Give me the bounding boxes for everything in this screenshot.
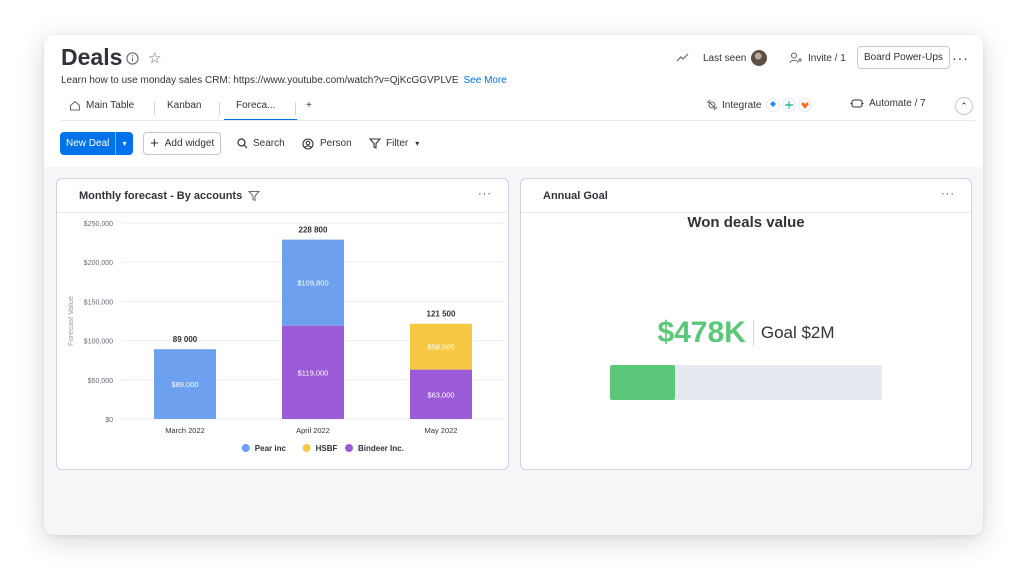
person-icon	[302, 137, 314, 150]
bar-total-label: 89 000	[173, 335, 198, 344]
widget-header: Annual Goal ···	[521, 179, 971, 213]
tab-kanban[interactable]: Kanban	[167, 100, 201, 111]
forecast-widget: Monthly forecast - By accounts ··· $0 $50…	[56, 178, 509, 470]
y-tick-label: $250,000	[84, 221, 113, 228]
add-person-icon	[789, 52, 802, 64]
add-widget-label: Add widget	[164, 138, 215, 149]
tab-label: Kanban	[167, 100, 202, 111]
more-options-icon[interactable]: ···	[952, 48, 969, 68]
description-text: Learn how to use monday sales CRM: https…	[61, 75, 459, 86]
bar-total-label: 121 500	[427, 310, 456, 319]
last-seen-button[interactable]: Last seen	[703, 48, 768, 68]
bar-value-label: $119,000	[298, 368, 329, 377]
board-window: Deals ☆ Learn how to use monday sales CR…	[44, 35, 983, 535]
bar-value-label: $58,500	[427, 343, 454, 352]
integrate-button[interactable]: Integrate	[706, 98, 813, 112]
goal-progress-fill	[610, 365, 675, 400]
y-tick-label: $200,000	[84, 260, 113, 267]
integrate-label: Integrate	[722, 99, 762, 111]
x-tick-label: March 2022	[165, 426, 205, 435]
widget-title: Annual Goal	[543, 190, 608, 202]
board-power-ups-button[interactable]: Board Power-Ups	[857, 46, 950, 69]
legend-label: Pear inc	[255, 444, 287, 453]
tab-divider	[295, 102, 296, 115]
board-description: Learn how to use monday sales CRM: https…	[61, 75, 507, 86]
y-tick-label: $0	[105, 417, 113, 424]
slack-icon	[782, 98, 797, 112]
chevron-down-icon[interactable]: ▾	[115, 132, 133, 155]
widget-more-icon[interactable]: ···	[941, 188, 955, 200]
y-axis-label: Forecast Value	[66, 296, 75, 346]
last-seen-label: Last seen	[703, 52, 747, 64]
chevron-down-icon: ▾	[415, 139, 420, 148]
robot-icon	[850, 99, 864, 108]
board-toolbar: New Deal ▾ + Add widget Search Person Fi…	[44, 132, 983, 156]
y-tick-label: $100,000	[84, 339, 113, 346]
filter-label: Filter	[386, 138, 409, 149]
x-tick-label: May 2022	[425, 426, 458, 435]
legend-swatch	[302, 444, 311, 452]
filter-button[interactable]: Filter ▾	[369, 132, 419, 155]
x-tick-label: April 2022	[296, 426, 330, 435]
filter-icon[interactable]	[248, 190, 260, 202]
see-more-link[interactable]: See More	[464, 75, 507, 86]
plus-icon: +	[150, 134, 159, 152]
widget-header: Monthly forecast - By accounts ···	[57, 179, 508, 213]
page-title[interactable]: Deals	[61, 44, 122, 71]
tab-forecast[interactable]: Foreca...	[236, 100, 275, 111]
search-button[interactable]: Search	[237, 132, 285, 155]
tab-divider	[154, 102, 155, 115]
forecast-chart: $0 $50,000 $100,000 $150,000 $200,000 $250,00…	[66, 221, 505, 453]
legend-label: Bindeer Inc.	[358, 444, 404, 453]
won-deals-title: Won deals value	[687, 214, 805, 231]
avatar	[751, 50, 768, 66]
legend-swatch	[241, 444, 250, 452]
collapse-header-icon[interactable]: ⌃	[955, 97, 973, 115]
add-view-button[interactable]: +	[306, 100, 312, 111]
new-deal-label: New Deal	[66, 138, 110, 149]
board-header: Deals ☆ Learn how to use monday sales CR…	[44, 35, 983, 167]
new-deal-button[interactable]: New Deal ▾	[60, 132, 133, 155]
home-icon	[69, 100, 81, 111]
gitlab-icon	[798, 98, 813, 112]
bar-total-label: 228 800	[299, 226, 328, 235]
goal-divider	[752, 320, 754, 346]
person-label: Person	[320, 138, 352, 149]
tab-label: Foreca...	[236, 100, 276, 111]
bar-value-label: $63,000	[427, 390, 454, 399]
invite-label: Invite / 1	[808, 52, 846, 64]
search-icon	[237, 138, 248, 149]
goal-summary: $478K Goal $2M	[521, 316, 971, 350]
integrate-icon	[706, 99, 718, 111]
filter-icon	[369, 138, 381, 149]
won-value: $478K	[657, 316, 746, 349]
tabs-divider	[61, 120, 975, 121]
view-tabs: Main Table Kanban Foreca... +	[44, 95, 983, 121]
bar-value-label: $109,800	[297, 279, 328, 288]
legend-swatch	[345, 444, 353, 452]
widget-title: Monthly forecast - By accounts	[79, 190, 243, 202]
annual-goal-widget: Annual Goal ··· Won deals value $478K Go…	[520, 178, 972, 470]
goal-target: Goal $2M	[760, 323, 835, 342]
invite-button[interactable]: Invite / 1	[789, 48, 846, 68]
legend-label: HSBF	[316, 444, 338, 453]
activity-icon[interactable]	[676, 48, 689, 68]
tab-divider	[219, 102, 220, 115]
tab-label: +	[306, 100, 312, 111]
star-icon[interactable]: ☆	[148, 51, 161, 66]
tab-main-table[interactable]: Main Table	[69, 100, 134, 111]
person-filter-button[interactable]: Person	[302, 132, 352, 155]
search-label: Search	[253, 138, 285, 149]
y-tick-label: $150,000	[84, 299, 113, 306]
automate-label: Automate / 7	[869, 98, 926, 109]
widget-more-icon[interactable]: ···	[478, 188, 492, 200]
y-tick-label: $50,000	[88, 378, 113, 385]
tab-label: Main Table	[86, 100, 135, 111]
automate-button[interactable]: Automate / 7	[850, 98, 926, 109]
info-icon[interactable]	[126, 52, 139, 65]
bar-value-label: $89,000	[171, 380, 198, 389]
goal-progress-bar	[610, 365, 882, 400]
add-widget-button[interactable]: + Add widget	[143, 132, 222, 155]
jira-icon	[766, 98, 781, 112]
